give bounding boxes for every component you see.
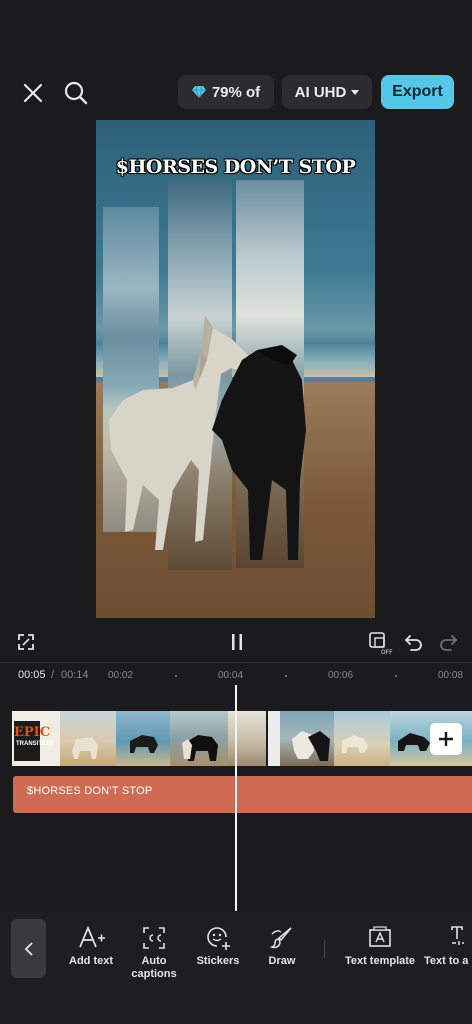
toolbar-separator [324, 940, 325, 958]
add-text-label: Add text [69, 955, 113, 967]
auto-captions-label: Auto captions [131, 955, 177, 980]
black-horse-image [212, 345, 306, 560]
export-label: Export [392, 83, 443, 100]
text-clip-label: $HORSES DON’T STOP [27, 785, 153, 797]
draw-button[interactable]: Draw [246, 925, 318, 968]
close-icon[interactable] [20, 80, 46, 106]
storage-label: 79% of [211, 83, 261, 101]
quality-dropdown[interactable]: AI UHD [282, 75, 372, 109]
diamond-icon [191, 86, 206, 98]
timeline-dot [395, 675, 397, 677]
text-template-icon [369, 926, 391, 947]
fullscreen-icon[interactable] [15, 631, 37, 653]
timeline-dot [285, 675, 287, 677]
timeline-tick: 00:06 [328, 670, 354, 681]
add-clip-button[interactable] [430, 723, 462, 755]
auto-captions-button[interactable]: Auto captions [118, 925, 190, 981]
stickers-icon [207, 927, 230, 950]
caret-down-icon [351, 89, 360, 95]
playhead[interactable] [235, 685, 237, 911]
draw-label: Draw [268, 955, 296, 967]
timeline-tick: 00:02 [108, 670, 134, 681]
keyframe-off-icon[interactable]: OFF [368, 630, 394, 656]
text-to-audio-label: Text to a [424, 955, 469, 967]
auto-captions-icon [143, 927, 165, 949]
add-text-button[interactable]: Add text [55, 925, 127, 968]
text-to-audio-icon [451, 926, 464, 945]
redo-icon[interactable] [436, 631, 460, 653]
stickers-button[interactable]: Stickers [182, 925, 254, 968]
quality-label: AI UHD [294, 83, 347, 101]
plus-icon [439, 732, 453, 746]
storage-button[interactable]: 79% of [178, 75, 274, 109]
total-time: 00:14 [61, 669, 89, 681]
text-template-button[interactable]: Text template [340, 925, 420, 968]
timeline-dot [175, 675, 177, 677]
add-text-icon [79, 925, 105, 948]
text-template-label: Text template [344, 955, 416, 967]
video-preview[interactable]: $HORSES DON’T STOP [96, 120, 375, 618]
draw-icon [269, 927, 292, 949]
stickers-label: Stickers [196, 955, 240, 967]
pause-icon[interactable] [226, 631, 248, 653]
timeline-tick: 00:04 [218, 670, 244, 681]
time-separator: / [51, 669, 55, 681]
timeline-tick: 00:08 [438, 670, 464, 681]
text-clip-track[interactable]: $HORSES DON’T STOP [13, 776, 472, 813]
video-clip-track[interactable]: EPIC TRANSITION [12, 711, 472, 766]
svg-text:OFF: OFF [381, 649, 393, 655]
current-time: 00:05 [18, 669, 46, 681]
clip-horse-silhouettes [72, 731, 430, 761]
undo-icon[interactable] [402, 631, 426, 653]
timeline-divider [0, 662, 472, 663]
preview-caption[interactable]: $HORSES DON’T STOP [96, 156, 375, 178]
chevron-left-icon [24, 941, 33, 956]
search-icon[interactable] [63, 80, 89, 106]
back-button[interactable] [11, 919, 46, 978]
text-to-audio-button[interactable]: Text to a [424, 925, 472, 968]
export-button[interactable]: Export [381, 75, 454, 109]
